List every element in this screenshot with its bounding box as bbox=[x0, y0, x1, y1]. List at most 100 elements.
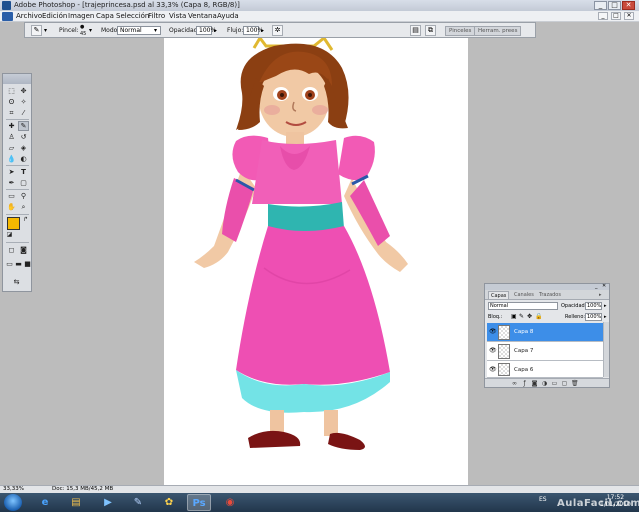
tab-capas[interactable]: Capas bbox=[488, 291, 510, 299]
menu-ayuda[interactable]: Ayuda bbox=[217, 12, 239, 20]
menu-archivo[interactable]: Archivo bbox=[16, 12, 42, 20]
magic-wand-tool-icon[interactable]: ✧ bbox=[18, 97, 29, 107]
flow-field[interactable]: 100% bbox=[243, 26, 263, 35]
menu-edicion[interactable]: Edición bbox=[42, 12, 67, 20]
brush-tool-icon[interactable]: ✎ bbox=[18, 121, 29, 131]
app-menu-icon[interactable] bbox=[2, 12, 13, 21]
clone-stamp-tool-icon[interactable]: ♙ bbox=[6, 132, 17, 142]
document-canvas[interactable] bbox=[164, 38, 468, 486]
document-size-info[interactable]: Doc: 15,3 MB/45,2 MB bbox=[52, 486, 113, 492]
menu-capa[interactable]: Capa bbox=[96, 12, 114, 20]
crop-tool-icon[interactable]: ⌗ bbox=[6, 108, 17, 118]
paint-icon[interactable]: ✎ bbox=[126, 494, 150, 511]
zoom-level[interactable]: 33,33% bbox=[3, 486, 24, 492]
jump-to-imageready-icon[interactable]: ⇆ bbox=[11, 277, 22, 287]
pen-tool-icon[interactable]: ✒ bbox=[6, 178, 17, 188]
layer-mask-icon[interactable]: ◙ bbox=[531, 380, 538, 387]
new-group-icon[interactable]: ▭ bbox=[551, 380, 558, 387]
brush-preview-icon[interactable]: ● bbox=[80, 24, 84, 30]
brush-tool-preset-icon[interactable]: ✎ bbox=[31, 25, 42, 36]
start-button[interactable] bbox=[4, 494, 22, 511]
link-layers-icon[interactable]: ∞ bbox=[511, 380, 518, 387]
toolbox-header[interactable] bbox=[3, 74, 31, 84]
shape-tool-icon[interactable]: ▢ bbox=[18, 178, 29, 188]
internet-explorer-icon[interactable]: e bbox=[33, 494, 57, 511]
minimize-button[interactable]: _ bbox=[594, 1, 607, 10]
layer-opacity-field[interactable]: 100% bbox=[585, 302, 602, 310]
lock-position-icon[interactable]: ✥ bbox=[527, 313, 532, 320]
brush-dropdown-icon[interactable]: ▾ bbox=[89, 26, 95, 35]
panel-minimize-icon[interactable]: _ bbox=[595, 283, 598, 289]
media-center-icon[interactable]: ▶ bbox=[96, 494, 120, 511]
layer-opacity-arrow-icon[interactable]: ▸ bbox=[604, 303, 607, 309]
blend-mode-select[interactable]: Normal bbox=[488, 302, 558, 310]
layer-row[interactable]: 👁 Capa 8 bbox=[487, 323, 603, 342]
panel-menu-icon[interactable]: ▸ bbox=[597, 291, 604, 299]
panel-close-icon[interactable]: ✕ bbox=[602, 283, 606, 289]
quick-mask-mode-icon[interactable]: ◙ bbox=[18, 245, 29, 255]
airbrush-icon[interactable]: ✲ bbox=[272, 25, 283, 36]
fill-field[interactable]: 100% bbox=[585, 313, 602, 321]
opacity-dropdown-icon[interactable]: ▸ bbox=[214, 26, 220, 35]
notes-tool-icon[interactable]: ▭ bbox=[6, 191, 17, 201]
type-tool-icon[interactable]: T bbox=[18, 167, 29, 177]
file-explorer-icon[interactable]: ▤ bbox=[64, 494, 88, 511]
flow-dropdown-icon[interactable]: ▸ bbox=[261, 26, 267, 35]
swap-colors-icon[interactable]: ↱ bbox=[20, 215, 31, 225]
maximize-button[interactable]: □ bbox=[608, 1, 621, 10]
new-layer-icon[interactable]: ▢ bbox=[561, 380, 568, 387]
history-brush-tool-icon[interactable]: ↺ bbox=[18, 132, 29, 142]
menu-vista[interactable]: Vista bbox=[169, 12, 186, 20]
tool-preset-dropdown-icon[interactable]: ▾ bbox=[44, 26, 50, 35]
eraser-tool-icon[interactable]: ▱ bbox=[6, 143, 17, 153]
healing-brush-tool-icon[interactable]: ✚ bbox=[6, 121, 17, 131]
lock-transparency-icon[interactable]: ▣ bbox=[511, 313, 517, 320]
doc-minimize-button[interactable]: _ bbox=[598, 12, 608, 20]
mode-dropdown-icon[interactable]: ▾ bbox=[154, 26, 160, 35]
layer-style-icon[interactable]: ƒ bbox=[521, 380, 528, 387]
blur-tool-icon[interactable]: 💧 bbox=[6, 154, 17, 164]
visibility-eye-icon[interactable]: 👁 bbox=[489, 329, 497, 335]
language-indicator[interactable]: ES bbox=[539, 496, 547, 503]
doc-close-button[interactable]: ✕ bbox=[624, 12, 634, 20]
tab-trazados[interactable]: Trazados bbox=[537, 291, 563, 299]
move-tool-icon[interactable]: ✥ bbox=[18, 86, 29, 96]
close-button[interactable]: ✕ bbox=[622, 1, 635, 10]
tab-brushes-well[interactable]: Pinceles bbox=[445, 26, 476, 36]
paint-bucket-tool-icon[interactable]: ◈ bbox=[18, 143, 29, 153]
path-selection-tool-icon[interactable]: ➤ bbox=[6, 167, 17, 177]
zoom-tool-icon[interactable]: ⌕ bbox=[18, 202, 29, 212]
messenger-icon[interactable]: ✿ bbox=[157, 494, 181, 511]
tab-tool-presets-well[interactable]: Herram. prees bbox=[474, 26, 522, 36]
menu-ventana[interactable]: Ventana bbox=[188, 12, 217, 20]
marquee-tool-icon[interactable]: ⬚ bbox=[6, 86, 17, 96]
menu-imagen[interactable]: Imagen bbox=[68, 12, 94, 20]
photoshop-taskbar-icon[interactable]: Ps bbox=[187, 494, 211, 511]
screen-mode-full-icon[interactable]: ■ bbox=[22, 259, 33, 269]
adjustment-layer-icon[interactable]: ◑ bbox=[541, 380, 548, 387]
fill-arrow-icon[interactable]: ▸ bbox=[604, 314, 607, 320]
default-colors-icon[interactable]: ◪ bbox=[4, 230, 15, 240]
toggle-palettes-icon[interactable]: ⧉ bbox=[425, 25, 436, 36]
visibility-eye-icon[interactable]: 👁 bbox=[489, 348, 497, 354]
lock-image-icon[interactable]: ✎ bbox=[519, 313, 524, 320]
chrome-icon[interactable]: ◉ bbox=[218, 494, 242, 511]
eyedropper-tool-icon[interactable]: ⚲ bbox=[18, 191, 29, 201]
hand-tool-icon[interactable]: ✋ bbox=[6, 202, 17, 212]
delete-layer-icon[interactable]: 🗑 bbox=[571, 380, 579, 387]
visibility-eye-icon[interactable]: 👁 bbox=[489, 367, 497, 373]
dodge-tool-icon[interactable]: ◐ bbox=[18, 154, 29, 164]
lock-all-icon[interactable]: 🔒 bbox=[535, 313, 542, 320]
file-browser-icon[interactable]: ▤ bbox=[410, 25, 421, 36]
menu-seleccion[interactable]: Selección bbox=[116, 12, 149, 20]
layers-scrollbar[interactable] bbox=[603, 322, 609, 377]
standard-mode-icon[interactable]: ◻ bbox=[6, 245, 17, 255]
lasso-tool-icon[interactable]: ʘ bbox=[6, 97, 17, 107]
foreground-color-swatch[interactable] bbox=[7, 217, 20, 230]
tab-canales[interactable]: Canales bbox=[512, 291, 536, 299]
menu-filtro[interactable]: Filtro bbox=[148, 12, 165, 20]
layer-row[interactable]: 👁 Capa 7 bbox=[487, 342, 603, 361]
slice-tool-icon[interactable]: ⁄ bbox=[18, 108, 29, 118]
layer-row[interactable]: 👁 Capa 6 bbox=[487, 361, 603, 378]
opacity-field[interactable]: 100% bbox=[196, 26, 216, 35]
